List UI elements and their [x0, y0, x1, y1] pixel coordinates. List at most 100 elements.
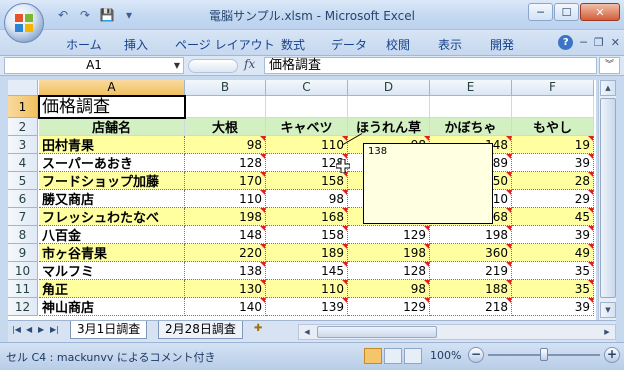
- sheet-tab-feb28[interactable]: 2月28日調査: [158, 321, 243, 339]
- column-label-cell[interactable]: 店舗名: [39, 118, 185, 136]
- ribbon-minimize-icon[interactable]: ─: [580, 36, 587, 49]
- price-cell[interactable]: 45: [512, 208, 594, 226]
- price-cell[interactable]: 128: [348, 262, 430, 280]
- insert-sheet-icon[interactable]: ✚: [254, 323, 274, 337]
- row-header-3[interactable]: 3: [8, 136, 38, 154]
- select-all-corner[interactable]: [8, 80, 38, 96]
- title-cell[interactable]: 価格調査: [39, 96, 185, 118]
- price-cell[interactable]: 129: [348, 226, 430, 244]
- tab-review[interactable]: 校閲: [386, 36, 410, 53]
- column-label-cell[interactable]: もやし: [512, 118, 594, 136]
- price-cell[interactable]: 98: [185, 136, 266, 154]
- row-header-1[interactable]: 1: [8, 96, 38, 118]
- last-sheet-icon[interactable]: ▶|: [50, 325, 59, 334]
- empty-cell[interactable]: [348, 96, 430, 118]
- office-button[interactable]: [4, 3, 44, 43]
- horizontal-scrollbar[interactable]: ◀ ▶: [298, 324, 616, 340]
- column-header-d[interactable]: D: [348, 80, 430, 96]
- price-cell[interactable]: 198: [185, 208, 266, 226]
- column-header-c[interactable]: C: [266, 80, 348, 96]
- price-cell[interactable]: 220: [185, 244, 266, 262]
- price-cell[interactable]: 110: [266, 280, 348, 298]
- normal-view-icon[interactable]: [364, 348, 382, 364]
- price-cell[interactable]: 98: [266, 190, 348, 208]
- price-cell[interactable]: 148: [185, 226, 266, 244]
- scroll-up-icon[interactable]: ▲: [600, 80, 616, 96]
- tab-home[interactable]: ホーム: [66, 36, 102, 53]
- store-name-cell[interactable]: 神山商店: [39, 298, 185, 316]
- price-cell[interactable]: 158: [266, 226, 348, 244]
- zoom-out-button[interactable]: −: [468, 347, 484, 363]
- tab-view[interactable]: 表示: [438, 36, 462, 53]
- row-header-9[interactable]: 9: [8, 244, 38, 262]
- empty-cell[interactable]: [512, 96, 594, 118]
- first-sheet-icon[interactable]: |◀: [12, 325, 21, 334]
- price-cell[interactable]: 129: [348, 298, 430, 316]
- empty-cell[interactable]: [430, 96, 512, 118]
- column-label-cell[interactable]: キャベツ: [266, 118, 348, 136]
- price-cell[interactable]: 188: [430, 280, 512, 298]
- price-cell[interactable]: 98: [348, 280, 430, 298]
- store-name-cell[interactable]: 勝又商店: [39, 190, 185, 208]
- column-header-a[interactable]: A: [39, 80, 185, 96]
- zoom-slider-thumb[interactable]: [540, 348, 548, 361]
- tab-developer[interactable]: 開発: [490, 36, 514, 53]
- tab-formulas[interactable]: 数式: [281, 36, 305, 53]
- store-name-cell[interactable]: 市ヶ谷青果: [39, 244, 185, 262]
- store-name-cell[interactable]: フードショップ加藤: [39, 172, 185, 190]
- sheet-tab-mar1[interactable]: 3月1日調査: [70, 321, 148, 339]
- price-cell[interactable]: 158: [266, 172, 348, 190]
- store-name-cell[interactable]: 八百金: [39, 226, 185, 244]
- price-cell[interactable]: 170: [185, 172, 266, 190]
- price-cell[interactable]: 168: [266, 208, 348, 226]
- tab-insert[interactable]: 挿入: [124, 36, 148, 53]
- price-cell[interactable]: 140: [185, 298, 266, 316]
- row-header-10[interactable]: 10: [8, 262, 38, 280]
- formula-bar-resize-handle[interactable]: [188, 59, 238, 73]
- tab-page-layout[interactable]: ページ レイアウト: [175, 36, 275, 53]
- price-cell[interactable]: 35: [512, 280, 594, 298]
- price-cell[interactable]: 198: [430, 226, 512, 244]
- row-header-2[interactable]: 2: [8, 118, 38, 136]
- price-cell[interactable]: 189: [266, 244, 348, 262]
- row-header-4[interactable]: 4: [8, 154, 38, 172]
- maximize-button[interactable]: ☐: [554, 3, 579, 21]
- page-break-view-icon[interactable]: [404, 348, 422, 364]
- empty-cell[interactable]: [185, 96, 266, 118]
- next-sheet-icon[interactable]: ▶: [38, 325, 44, 334]
- zoom-in-button[interactable]: +: [604, 347, 620, 363]
- scroll-right-icon[interactable]: ▶: [599, 325, 615, 339]
- row-header-7[interactable]: 7: [8, 208, 38, 226]
- store-name-cell[interactable]: フレッシュわたなべ: [39, 208, 185, 226]
- minimize-button[interactable]: ─: [528, 3, 553, 21]
- price-cell[interactable]: 49: [512, 244, 594, 262]
- column-label-cell[interactable]: かぼちゃ: [430, 118, 512, 136]
- price-cell[interactable]: 145: [266, 262, 348, 280]
- page-layout-view-icon[interactable]: [384, 348, 402, 364]
- vertical-scroll-thumb[interactable]: [600, 98, 616, 298]
- price-cell[interactable]: 130: [185, 280, 266, 298]
- comment-box[interactable]: 138: [363, 143, 493, 224]
- price-cell[interactable]: 219: [430, 262, 512, 280]
- tab-data[interactable]: データ: [331, 36, 367, 53]
- price-cell[interactable]: 39: [512, 226, 594, 244]
- scroll-left-icon[interactable]: ◀: [299, 325, 315, 339]
- formula-input[interactable]: 価格調査: [264, 57, 597, 74]
- empty-cell[interactable]: [266, 96, 348, 118]
- store-name-cell[interactable]: マルフミ: [39, 262, 185, 280]
- column-header-f[interactable]: F: [512, 80, 594, 96]
- insert-function-icon[interactable]: fx: [244, 57, 255, 71]
- name-box[interactable]: A1 ▼: [4, 57, 184, 74]
- ribbon-close-icon[interactable]: ✕: [611, 36, 620, 49]
- price-cell[interactable]: 110: [185, 190, 266, 208]
- price-cell[interactable]: 28: [512, 172, 594, 190]
- name-box-dropdown-icon[interactable]: ▼: [174, 58, 180, 73]
- price-cell[interactable]: 138: [185, 262, 266, 280]
- price-cell[interactable]: 218: [430, 298, 512, 316]
- price-cell[interactable]: 360: [430, 244, 512, 262]
- horizontal-scroll-thumb[interactable]: [317, 326, 437, 338]
- price-cell[interactable]: 128: [185, 154, 266, 172]
- price-cell[interactable]: 29: [512, 190, 594, 208]
- store-name-cell[interactable]: 角正: [39, 280, 185, 298]
- price-cell[interactable]: 39: [512, 298, 594, 316]
